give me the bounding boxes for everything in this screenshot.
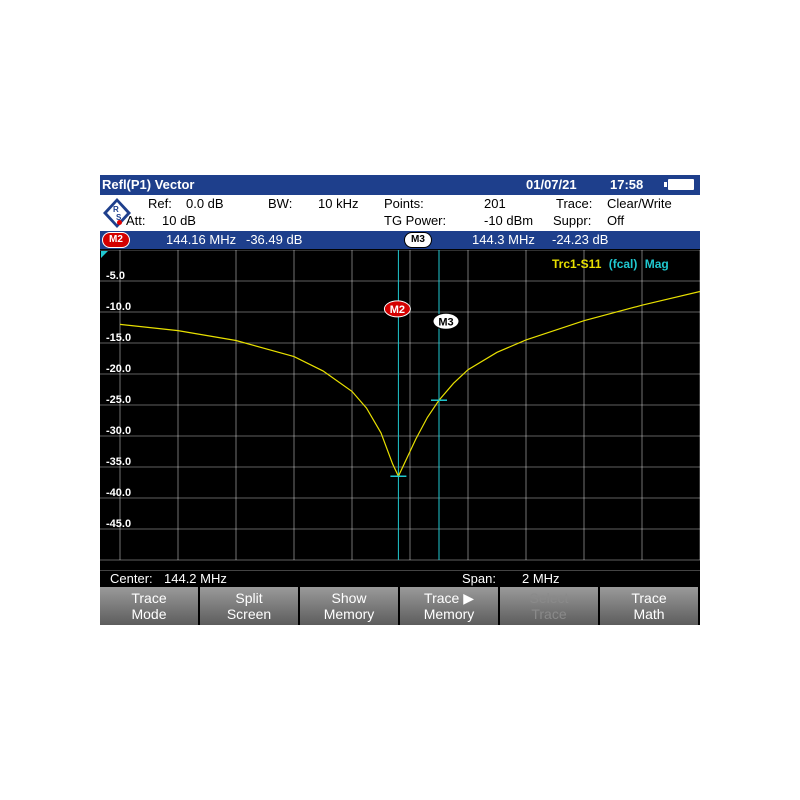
marker-badge-text: M2 bbox=[390, 304, 405, 316]
att-value: 10 dB bbox=[162, 213, 196, 228]
trace-legend-format: Mag bbox=[645, 257, 669, 271]
settings-info-panel: R S Ref: 0.0 dB Att: 10 dB BW: 10 kHz Po… bbox=[100, 195, 700, 231]
trace-plot[interactable]: -5.0 -10.0 -15.0 -20.0 -25.0 -30.0 -35.0 -40.0 -… bbox=[100, 250, 700, 572]
marker-m2-label[interactable]: M2 bbox=[383, 300, 411, 318]
marker-m3-label[interactable]: M3 bbox=[432, 312, 460, 330]
y-tick-label: -5.0 bbox=[106, 270, 125, 282]
span-value[interactable]: 2 MHz bbox=[522, 571, 560, 586]
softkey-line1: Select bbox=[529, 590, 569, 606]
softkey-line2: Screen bbox=[226, 606, 272, 622]
y-tick-label: -15.0 bbox=[106, 332, 131, 344]
title-bar: Refl(P1) Vector 01/07/21 17:58 bbox=[100, 175, 700, 195]
softkey-line1: Trace bbox=[131, 590, 167, 606]
center-frequency[interactable]: 144.2 MHz bbox=[164, 571, 227, 586]
suppr-value: Off bbox=[607, 213, 625, 228]
marker-points: M2 M3 bbox=[383, 300, 460, 477]
softkey-line2: Mode bbox=[131, 606, 167, 622]
y-tick-labels: -5.0 -10.0 -15.0 -20.0 -25.0 -30.0 -35.0 -40.0 -… bbox=[106, 270, 131, 530]
frequency-status-bar: Center: 144.2 MHz Span: 2 MHz bbox=[100, 570, 700, 588]
softkey-line1: Show bbox=[331, 590, 367, 606]
y-tick-label: -45.0 bbox=[106, 518, 131, 530]
ref-value: 0.0 dB bbox=[186, 196, 224, 211]
battery-cap bbox=[664, 182, 667, 187]
y-tick-label: -25.0 bbox=[106, 394, 131, 406]
y-tick-label: -20.0 bbox=[106, 363, 131, 375]
points-label: Points: bbox=[384, 196, 424, 211]
marker-m2-badge[interactable]: M2 bbox=[102, 232, 130, 248]
date-display: 01/07/21 bbox=[526, 177, 577, 192]
tg-power-value: -10 dBm bbox=[484, 213, 534, 228]
grid bbox=[100, 250, 700, 561]
marker-badge-text: M3 bbox=[438, 316, 453, 328]
bw-value: 10 kHz bbox=[318, 196, 359, 211]
measurement-mode-title: Refl(P1) Vector bbox=[102, 177, 195, 192]
softkey-trace-to-memory[interactable]: Trace ▶ Memory bbox=[400, 587, 498, 625]
softkey-split-screen[interactable]: Split Screen bbox=[200, 587, 298, 625]
trace-legend-name: Trc1-S11 bbox=[552, 257, 602, 271]
marker-m3-badge[interactable]: M3 bbox=[404, 232, 432, 248]
marker-m2-frequency: 144.16 MHz bbox=[166, 232, 237, 247]
softkey-bar: Trace Mode Split Screen Show Memory Trac… bbox=[100, 587, 700, 625]
points-value: 201 bbox=[484, 196, 506, 211]
softkey-trace-math[interactable]: Trace Math bbox=[600, 587, 698, 625]
marker-m3-frequency: 144.3 MHz bbox=[472, 232, 535, 247]
softkey-line2: Memory bbox=[323, 606, 375, 622]
softkey-trace-mode[interactable]: Trace Mode bbox=[100, 587, 198, 625]
scale-corner-icon bbox=[101, 251, 108, 258]
softkey-select-trace[interactable]: Select Trace bbox=[500, 587, 598, 625]
softkey-line1: Split bbox=[235, 590, 263, 606]
softkey-line1: Trace ▶ bbox=[424, 590, 474, 606]
y-tick-label: -40.0 bbox=[106, 487, 131, 499]
marker-readout-bar: M2 144.16 MHz -36.49 dB M3 144.3 MHz -24… bbox=[100, 231, 700, 249]
trace-legend: Trc1-S11 (fcal) Mag bbox=[552, 257, 669, 271]
ref-label: Ref: bbox=[148, 196, 172, 211]
trace-mode-value: Clear/Write bbox=[607, 196, 672, 211]
softkey-line1: Trace bbox=[631, 590, 667, 606]
span-label: Span: bbox=[462, 571, 496, 586]
marker-m3-level: -24.23 dB bbox=[552, 232, 609, 247]
softkey-line2: Memory bbox=[423, 606, 475, 622]
softkey-show-memory[interactable]: Show Memory bbox=[300, 587, 398, 625]
y-tick-label: -30.0 bbox=[106, 425, 131, 437]
att-label: Att: bbox=[126, 213, 146, 228]
bw-label: BW: bbox=[268, 196, 293, 211]
y-tick-label: -35.0 bbox=[106, 456, 131, 468]
trace-mode-label: Trace: bbox=[556, 196, 593, 211]
battery-icon bbox=[668, 179, 694, 190]
marker-m2-level: -36.49 dB bbox=[246, 232, 303, 247]
att-indicator-dot bbox=[117, 220, 122, 225]
softkey-line2: Math bbox=[633, 606, 665, 622]
y-tick-label: -10.0 bbox=[106, 301, 131, 313]
trace-legend-cal: (fcal) bbox=[609, 257, 638, 271]
analyzer-screen: Refl(P1) Vector 01/07/21 17:58 R S Ref: … bbox=[100, 175, 700, 625]
center-label: Center: bbox=[110, 571, 153, 586]
softkey-line2: Trace bbox=[531, 606, 567, 622]
tg-power-label: TG Power: bbox=[384, 213, 447, 228]
suppr-label: Suppr: bbox=[553, 213, 592, 228]
time-display: 17:58 bbox=[610, 177, 644, 192]
